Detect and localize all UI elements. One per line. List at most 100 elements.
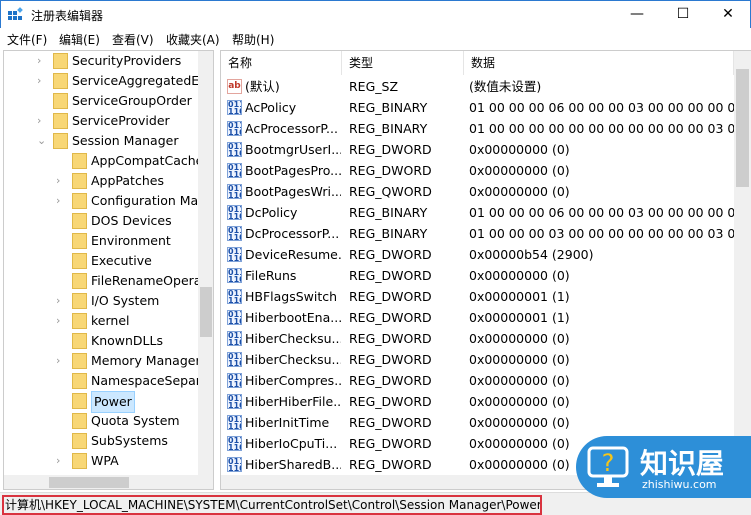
value-row[interactable]: 011110DeviceResume... REG_DWORD 0x00000b54… — [221, 244, 736, 265]
list-vertical-scrollbar[interactable] — [734, 51, 751, 475]
tree-item-label: NamespaceSepara — [91, 373, 209, 388]
chevron-right-icon[interactable]: › — [56, 451, 66, 471]
value-row[interactable]: 011110HiberChecksu... REG_DWORD 0x00000000… — [221, 328, 736, 349]
tree-item[interactable]: FileRenameOperat — [4, 271, 206, 291]
tree-item[interactable]: › I/O System — [4, 291, 198, 311]
value-name: AcPolicy — [245, 100, 297, 115]
folder-icon — [72, 153, 87, 169]
value-name: (默认) — [245, 79, 280, 94]
tree-item[interactable]: › Configuration Mar — [4, 191, 203, 211]
tree-item[interactable]: › SecurityProviders — [4, 51, 198, 71]
column-header-data[interactable]: 数据 — [464, 51, 734, 75]
value-type: REG_DWORD — [349, 289, 432, 304]
tree-item-label: Quota System — [91, 413, 180, 428]
scroll-thumb[interactable] — [736, 69, 749, 187]
chevron-right-icon[interactable]: › — [56, 171, 66, 191]
maximize-button[interactable]: ☐ — [660, 1, 706, 29]
value-name: DeviceResume... — [245, 247, 341, 262]
value-row[interactable]: ab (默认) REG_SZ (数值未设置) — [221, 76, 736, 97]
value-row[interactable]: 011110HiberChecksu... REG_DWORD 0x00000000… — [221, 349, 736, 370]
menu-view[interactable]: 查看(V) — [112, 31, 154, 48]
value-type: REG_DWORD — [349, 331, 432, 346]
value-row[interactable]: 011110AcPolicy REG_BINARY 01 00 00 00 06 0… — [221, 97, 736, 118]
value-row[interactable]: 011110HiberbootEna... REG_DWORD 0x00000001… — [221, 307, 736, 328]
tree-item[interactable]: NamespaceSepara — [4, 371, 209, 391]
chevron-right-icon[interactable]: › — [56, 291, 66, 311]
tree-item-label: DOS Devices — [91, 213, 172, 228]
tree-item[interactable]: › ServiceAggregatedEv — [4, 71, 207, 91]
binary-value-icon: 011110 — [227, 415, 242, 430]
tree-item-label: Power — [91, 391, 135, 413]
folder-icon — [53, 133, 68, 149]
tree-item-label: Configuration Mar — [91, 193, 204, 208]
chevron-right-icon[interactable]: › — [56, 311, 66, 331]
chevron-right-icon[interactable]: › — [37, 71, 47, 91]
tree-item-label: Executive — [91, 253, 152, 268]
tree-item[interactable]: › kernel — [4, 311, 198, 331]
minimize-button[interactable]: — — [614, 1, 660, 29]
value-type: REG_BINARY — [349, 100, 428, 115]
chevron-right-icon[interactable]: › — [37, 51, 47, 71]
binary-value-icon: 011110 — [227, 163, 242, 178]
tree-item[interactable]: KnownDLLs — [4, 331, 198, 351]
tree-item[interactable]: › AppPatches — [4, 171, 198, 191]
chevron-down-icon[interactable]: ⌄ — [37, 131, 47, 151]
menu-help[interactable]: 帮助(H) — [232, 31, 274, 48]
menu-favorites[interactable]: 收藏夹(A) — [166, 31, 220, 48]
key-tree[interactable]: › WPA SubSystems Quota System Power Namespace… — [3, 50, 214, 490]
menu-edit[interactable]: 编辑(E) — [59, 31, 100, 48]
value-row[interactable]: 011110HBFlagsSwitch REG_DWORD 0x00000001 (… — [221, 286, 736, 307]
value-type: REG_SZ — [349, 79, 399, 94]
tree-item-label: AppCompatCache — [91, 153, 204, 168]
scroll-thumb[interactable] — [200, 287, 212, 337]
values-list[interactable]: 011110HiberSharedB...REG_DWORD0x00000000… — [220, 50, 751, 490]
tree-item-label: SecurityProviders — [72, 53, 182, 68]
tree-item[interactable]: SubSystems — [4, 431, 198, 451]
value-row[interactable]: 011110DcPolicy REG_BINARY 01 00 00 00 06 0… — [221, 202, 736, 223]
column-header-name[interactable]: 名称 — [221, 51, 342, 75]
binary-value-icon: 011110 — [227, 310, 242, 325]
value-row[interactable]: 011110HiberHiberFile... REG_DWORD 0x000000… — [221, 391, 736, 412]
value-name: AcProcessorP... — [245, 121, 338, 136]
tree-vertical-scrollbar[interactable] — [198, 51, 213, 475]
chevron-right-icon[interactable]: › — [37, 111, 47, 131]
value-data: 0x00000000 (0) — [469, 415, 570, 430]
tree-item[interactable]: › Memory Manager — [4, 351, 201, 371]
menu-file[interactable]: 文件(F) — [7, 31, 47, 48]
tree-item-label: Session Manager — [72, 133, 179, 148]
tree-item[interactable]: › WPA — [4, 451, 198, 471]
tree-item-label: FileRenameOperat — [91, 273, 207, 288]
value-row[interactable]: 011110AcProcessorP... REG_BINARY 01 00 00 … — [221, 118, 736, 139]
tree-horizontal-scrollbar[interactable] — [4, 475, 213, 489]
value-row[interactable]: 011110BootPagesPro... REG_DWORD 0x00000000… — [221, 160, 736, 181]
value-row[interactable]: 011110HiberCompres... REG_DWORD 0x00000000… — [221, 370, 736, 391]
value-data: 0x00000000 (0) — [469, 373, 570, 388]
value-data: 0x00000000 (0) — [469, 142, 570, 157]
value-name: BootPagesWri... — [245, 184, 341, 199]
chevron-right-icon[interactable]: › — [56, 191, 66, 211]
folder-icon — [53, 93, 68, 109]
value-row[interactable]: 011110BootmgrUserI... REG_DWORD 0x00000000… — [221, 139, 736, 160]
value-row[interactable]: 011110HiberInitTime REG_DWORD 0x00000000 (… — [221, 412, 736, 433]
value-name: HiberbootEna... — [245, 310, 341, 325]
tree-item-label: Memory Manager — [91, 353, 201, 368]
tree-item[interactable]: Executive — [4, 251, 198, 271]
value-data: 01 00 00 00 03 00 00 00 00 00 00 00 03 0… — [469, 226, 734, 241]
tree-item[interactable]: ServiceGroupOrder — [4, 91, 198, 111]
tree-item[interactable]: AppCompatCache — [4, 151, 203, 171]
tree-item[interactable]: Power — [4, 391, 198, 413]
tree-item[interactable]: Quota System — [4, 411, 198, 431]
value-type: REG_BINARY — [349, 121, 428, 136]
tree-item[interactable]: › ServiceProvider — [4, 111, 198, 131]
scroll-thumb[interactable] — [49, 477, 129, 488]
tree-item[interactable]: DOS Devices — [4, 211, 198, 231]
chevron-right-icon[interactable]: › — [56, 351, 66, 371]
value-row[interactable]: 011110BootPagesWri... REG_QWORD 0x00000000… — [221, 181, 736, 202]
tree-item[interactable]: ⌄ Session Manager — [4, 131, 198, 151]
value-row[interactable]: 011110DcProcessorP... REG_BINARY 01 00 00 … — [221, 223, 736, 244]
value-row[interactable]: 011110FileRuns REG_DWORD 0x00000000 (0) — [221, 265, 736, 286]
close-button[interactable]: ✕ — [705, 1, 751, 29]
binary-value-icon: 011110 — [227, 289, 242, 304]
tree-item[interactable]: Environment — [4, 231, 198, 251]
column-header-type[interactable]: 类型 — [342, 51, 464, 75]
